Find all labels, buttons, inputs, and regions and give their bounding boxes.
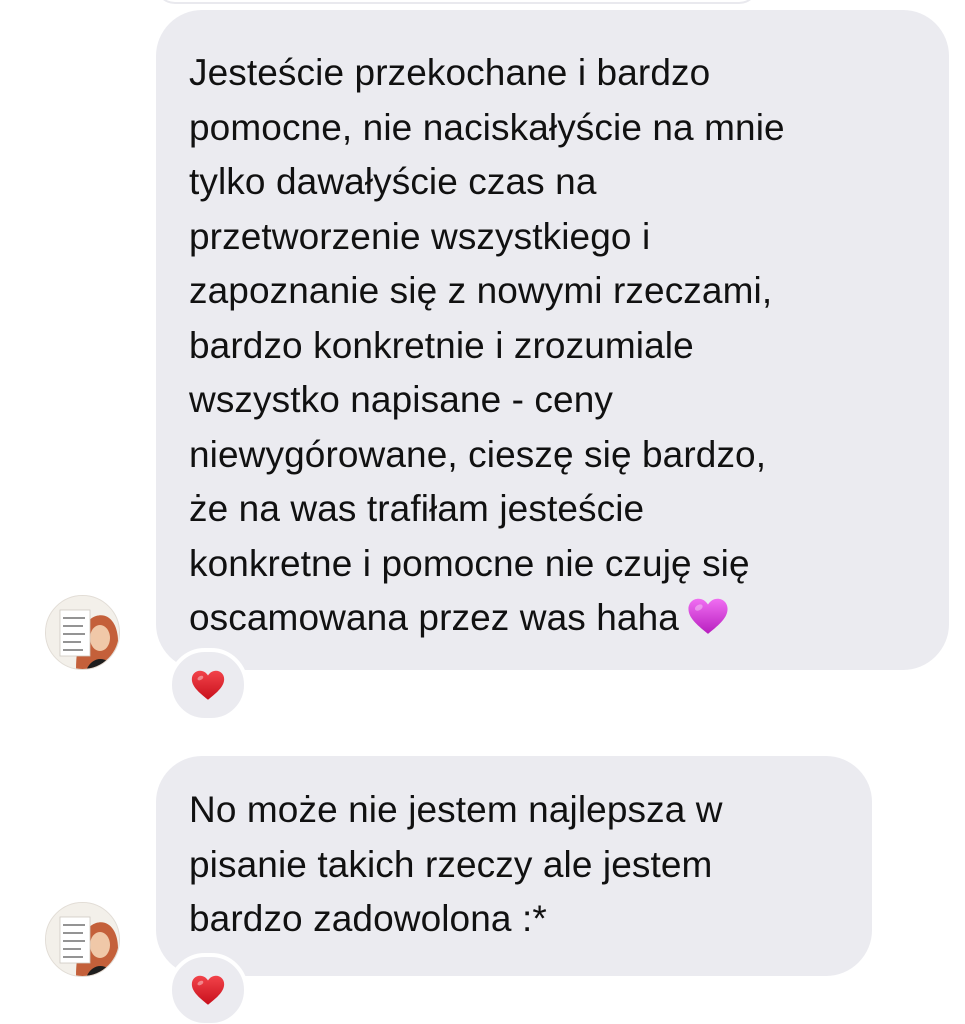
message-bubble[interactable]: No może nie jestem najlepsza w pisanie t… — [156, 756, 872, 976]
reaction-badge[interactable] — [168, 648, 248, 722]
avatar[interactable] — [45, 595, 120, 670]
avatar-photo — [46, 596, 119, 669]
purple-heart-icon — [688, 598, 728, 634]
message-line: wszystko napisane - ceny — [189, 379, 613, 420]
avatar[interactable] — [45, 902, 120, 977]
red-heart-icon — [191, 975, 225, 1005]
message-line: że na was trafiłam jesteście — [189, 488, 645, 529]
message-bubble[interactable]: Jesteście przekochane i bardzo pomocne, … — [156, 10, 949, 670]
message-line: zapoznanie się z nowymi rzeczami, — [189, 270, 773, 311]
previous-message-edge — [155, 0, 759, 4]
message-line: Jesteście przekochane i bardzo — [189, 52, 711, 93]
message-line: konkretne i pomocne nie czuję się — [189, 542, 750, 584]
message-line: tylko dawałyście czas na — [189, 161, 597, 202]
reaction-badge[interactable] — [168, 953, 248, 1024]
message-line-last: oscamowana przez was haha — [189, 591, 929, 646]
message-line-text: oscamowana przez was haha — [189, 597, 679, 638]
red-heart-icon — [191, 670, 225, 700]
avatar-photo — [46, 903, 119, 976]
message-line: przetworzenie wszystkiego i — [189, 215, 651, 257]
message-line: bardzo zadowolona :* — [189, 898, 547, 939]
message-line: pisanie takich rzeczy ale jestem — [189, 843, 713, 885]
message-line: bardzo konkretnie i zrozumiale — [189, 324, 694, 366]
message-line: pomocne, nie naciskałyście na mnie — [189, 106, 785, 148]
message-line: niewygórowane, cieszę się bardzo, — [189, 433, 767, 475]
message-line: No może nie jestem najlepsza w — [189, 789, 723, 830]
